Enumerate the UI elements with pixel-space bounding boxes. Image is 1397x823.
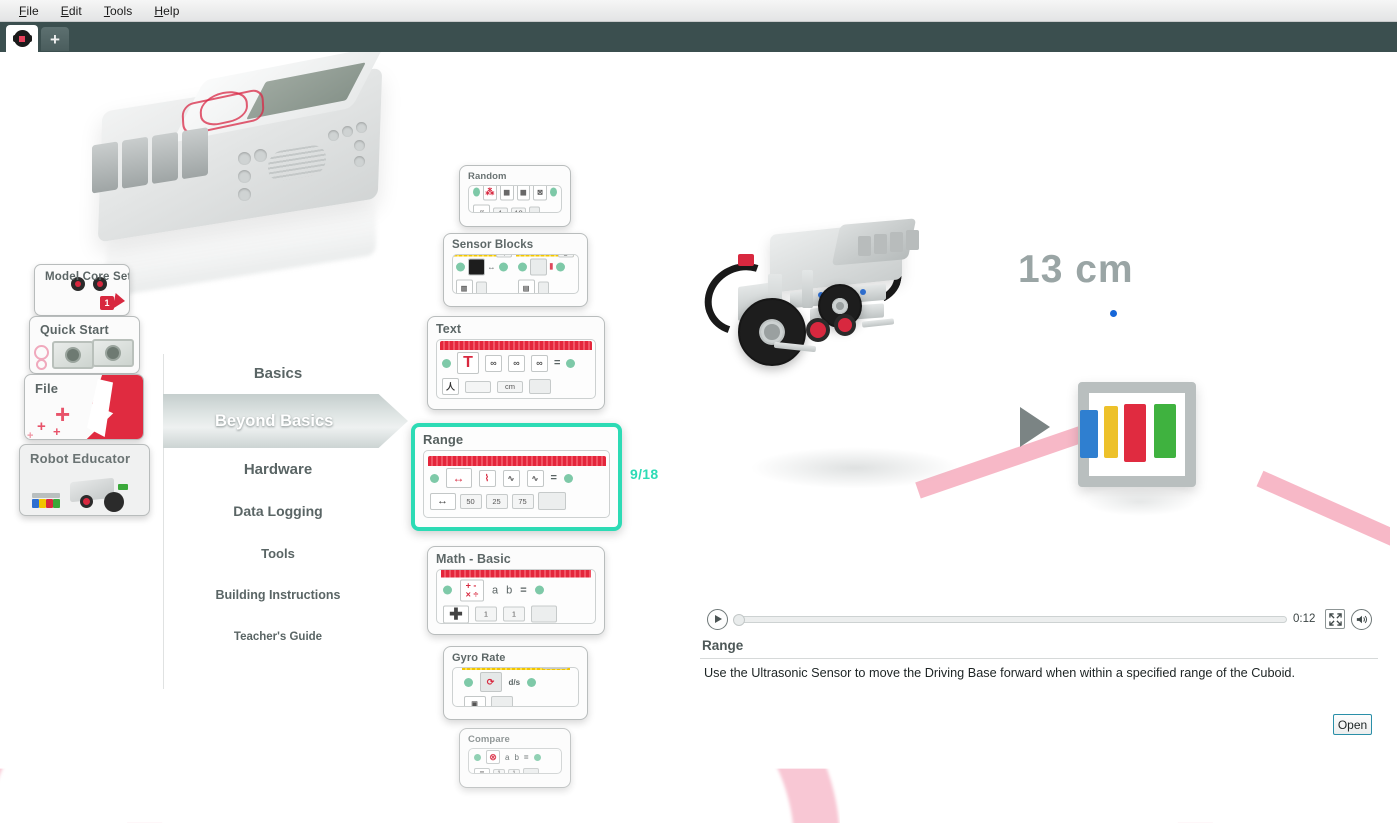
sidebar-card-label: Quick Start <box>40 323 109 337</box>
lego-mindstorms-icon <box>12 30 32 47</box>
nav-item-hardware[interactable]: Hardware <box>163 448 393 490</box>
lesson-block-preview: ⁂ ▦ ▦ ⊠ # 1 10 <box>468 185 562 213</box>
lesson-card-title: Text <box>436 322 462 336</box>
video-player[interactable]: 13 cm <box>700 192 1390 604</box>
block-field: 1 <box>493 768 505 773</box>
nav-item-building-instructions[interactable]: Building Instructions <box>163 574 393 616</box>
nav-item-teachers-guide[interactable]: Teacher's Guide <box>163 616 393 658</box>
block-field: 1 <box>475 606 497 622</box>
lesson-card-compare[interactable]: Compare ⊗ a b = = 1 1 <box>459 728 571 788</box>
menu-file[interactable]: File <box>8 2 50 20</box>
nav-item-basics[interactable]: Basics <box>163 352 393 394</box>
sidebar-card-file[interactable]: File + + + + <box>24 374 144 440</box>
menu-bar: File Edit Tools Help <box>0 0 1397 22</box>
new-tab-button[interactable]: + <box>41 27 69 51</box>
video-scrubber[interactable] <box>733 613 1287 626</box>
nav-item-tools[interactable]: Tools <box>163 532 393 574</box>
video-time: 0:12 <box>1293 613 1316 625</box>
lesson-card-random[interactable]: Random ⁂ ▦ ▦ ⊠ # 1 10 <box>459 165 571 227</box>
application-window: File Edit Tools Help + Model Core Set 1 … <box>0 0 1397 823</box>
sidebar-card-label: Model Core Set <box>45 271 130 283</box>
lesson-card-gyro-rate[interactable]: Gyro Rate 2 ⟳ d/s ▣ <box>443 646 588 720</box>
robot-educator-thumbnail <box>26 466 146 514</box>
menu-tools[interactable]: Tools <box>93 2 144 20</box>
sidebar-card-model-core-set[interactable]: Model Core Set 1 <box>34 264 130 316</box>
sidebar-card-quick-start[interactable]: Quick Start <box>29 316 140 374</box>
lesson-block-preview: 4 ↔ ▥ 1 ⦀ ▤ <box>452 254 579 294</box>
lesson-card-sensor-blocks[interactable]: Sensor Blocks 4 ↔ ▥ 1 ⦀ <box>443 233 588 307</box>
cuboid-shadow <box>1084 488 1196 516</box>
block-field: 2 <box>541 668 568 669</box>
sidebar-card-label: File <box>35 381 59 396</box>
sidebar-card-label: Robot Educator <box>30 451 131 466</box>
lesson-card-title: Random <box>468 171 507 182</box>
nav-item-beyond-basics[interactable]: Beyond Basics <box>163 394 408 448</box>
navigation-list: Basics Beyond Basics Hardware Data Loggi… <box>163 352 408 658</box>
lesson-block-preview: ⊗ a b = = 1 1 <box>468 748 562 774</box>
block-field: 1 <box>493 207 508 212</box>
lesson-block-preview: T ∞ ∞ ∞ = 人 cm <box>436 339 596 399</box>
play-button[interactable] <box>707 608 728 630</box>
lesson-block-preview: 2 ⟳ d/s ▣ <box>452 667 579 707</box>
detail-description: Use the Ultrasonic Sensor to move the Dr… <box>704 666 1295 680</box>
main-canvas: Model Core Set 1 Quick Start File + + + … <box>0 52 1397 823</box>
open-button[interactable]: Open <box>1333 714 1372 735</box>
ev3-brick-illustration <box>70 52 410 298</box>
lesson-card-title: Compare <box>468 734 510 745</box>
lesson-card-math-basic[interactable]: Math - Basic + - × ÷ a b = ✚ 1 1 <box>427 546 605 635</box>
lesson-card-title: Range <box>423 432 464 447</box>
block-field: 1 <box>557 255 574 258</box>
lego-cuboid <box>1078 382 1196 487</box>
block-field: 50 <box>459 493 482 509</box>
video-controls: 0:12 <box>707 607 1372 631</box>
block-field: 75 <box>511 493 534 509</box>
lesson-block-preview: + - × ÷ a b = ✚ 1 1 <box>436 569 596 624</box>
tab-project-active[interactable] <box>6 25 38 52</box>
block-field: 1 <box>503 606 525 622</box>
menu-edit[interactable]: Edit <box>50 2 93 20</box>
driving-base-robot <box>700 212 1010 512</box>
block-field: 1 <box>508 768 520 773</box>
lesson-card-title: Math - Basic <box>436 552 511 566</box>
detail-divider <box>700 658 1378 659</box>
lesson-card-text[interactable]: Text T ∞ ∞ ∞ = 人 cm <box>427 316 605 410</box>
distance-marker-dot <box>1110 310 1117 317</box>
block-field: 25 <box>485 493 508 509</box>
nav-item-data-logging[interactable]: Data Logging <box>163 490 393 532</box>
lesson-block-preview: ↔ ⌇ ∿ ∿ = ↔ 50 25 75 <box>423 450 610 518</box>
floor-stripe-right <box>1256 470 1390 576</box>
detail-title: Range <box>702 638 744 653</box>
distance-readout: 13 cm <box>1018 248 1134 291</box>
lesson-counter: 9/18 <box>630 466 659 482</box>
lesson-card-title: Gyro Rate <box>452 652 506 664</box>
volume-icon[interactable] <box>1351 608 1372 630</box>
block-field: cm <box>497 380 523 393</box>
sidebar-card-robot-educator[interactable]: Robot Educator <box>19 444 150 516</box>
menu-help[interactable]: Help <box>143 2 190 20</box>
fullscreen-icon[interactable] <box>1325 609 1345 629</box>
scrubber-handle[interactable] <box>733 613 745 626</box>
block-field: 4 <box>495 255 512 258</box>
play-arrow-overlay[interactable] <box>1020 407 1050 447</box>
lesson-card-range[interactable]: Range ↔ ⌇ ∿ ∿ = ↔ 50 25 75 <box>411 423 622 531</box>
tab-bar: + <box>0 22 1397 52</box>
lesson-card-title: Sensor Blocks <box>452 239 534 251</box>
block-field: 10 <box>511 207 526 212</box>
